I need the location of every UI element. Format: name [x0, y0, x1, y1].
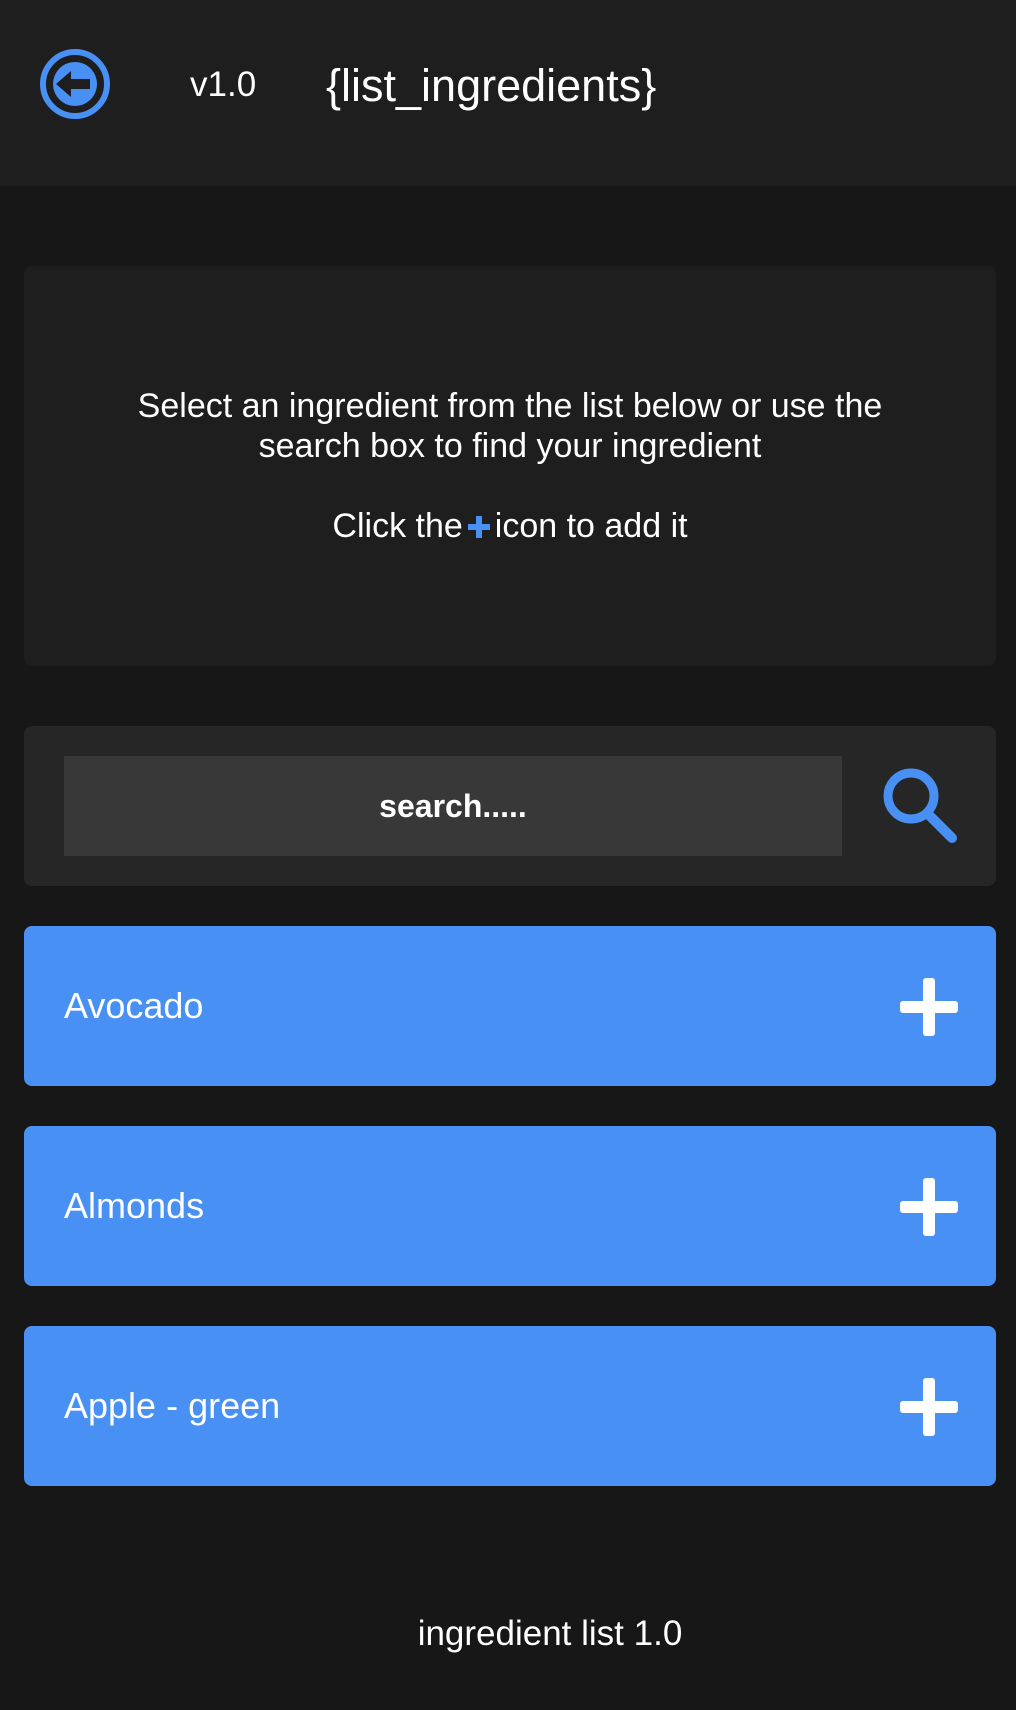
page-title: {list_ingredients}	[326, 60, 657, 111]
ingredient-item-avocado[interactable]: Avocado	[24, 926, 996, 1086]
ingredient-item-almonds[interactable]: Almonds	[24, 1126, 996, 1286]
instructions-line-1: Select an ingredient from the list below…	[137, 387, 883, 425]
ingredient-item-apple-green[interactable]: Apple - green	[24, 1326, 996, 1486]
plus-icon	[900, 1178, 958, 1236]
plus-icon	[467, 515, 491, 539]
search-icon	[880, 764, 960, 848]
add-ingredient-button[interactable]	[900, 1378, 958, 1436]
search-input[interactable]	[64, 756, 842, 856]
search-button[interactable]	[880, 764, 960, 848]
plus-icon	[900, 978, 958, 1036]
instructions-line-2: search box to find your ingredient	[258, 427, 762, 465]
version-label: v1.0	[190, 65, 257, 104]
instructions-line-3-end: icon to add it	[494, 507, 688, 545]
ingredient-label: Almonds	[64, 1185, 205, 1226]
instructions-line-3: Click the icon to add it	[24, 506, 996, 546]
app-page: v1.0 {list_ingredients} Select an ingred…	[0, 0, 1016, 1710]
arrow-left-circle-icon	[38, 47, 112, 121]
plus-icon	[900, 1378, 958, 1436]
app-header: v1.0 {list_ingredients}	[0, 0, 1016, 186]
ingredient-label: Apple - green	[64, 1385, 281, 1426]
back-button[interactable]	[38, 47, 112, 121]
ingredient-label: Avocado	[64, 985, 204, 1026]
footer-text: ingredient list 1.0	[417, 1614, 683, 1653]
add-ingredient-button[interactable]	[900, 978, 958, 1036]
search-panel	[24, 726, 996, 886]
add-ingredient-button[interactable]	[900, 1178, 958, 1236]
instructions-line-3-start: Click the	[332, 507, 463, 545]
instructions-card: Select an ingredient from the list below…	[24, 266, 996, 666]
